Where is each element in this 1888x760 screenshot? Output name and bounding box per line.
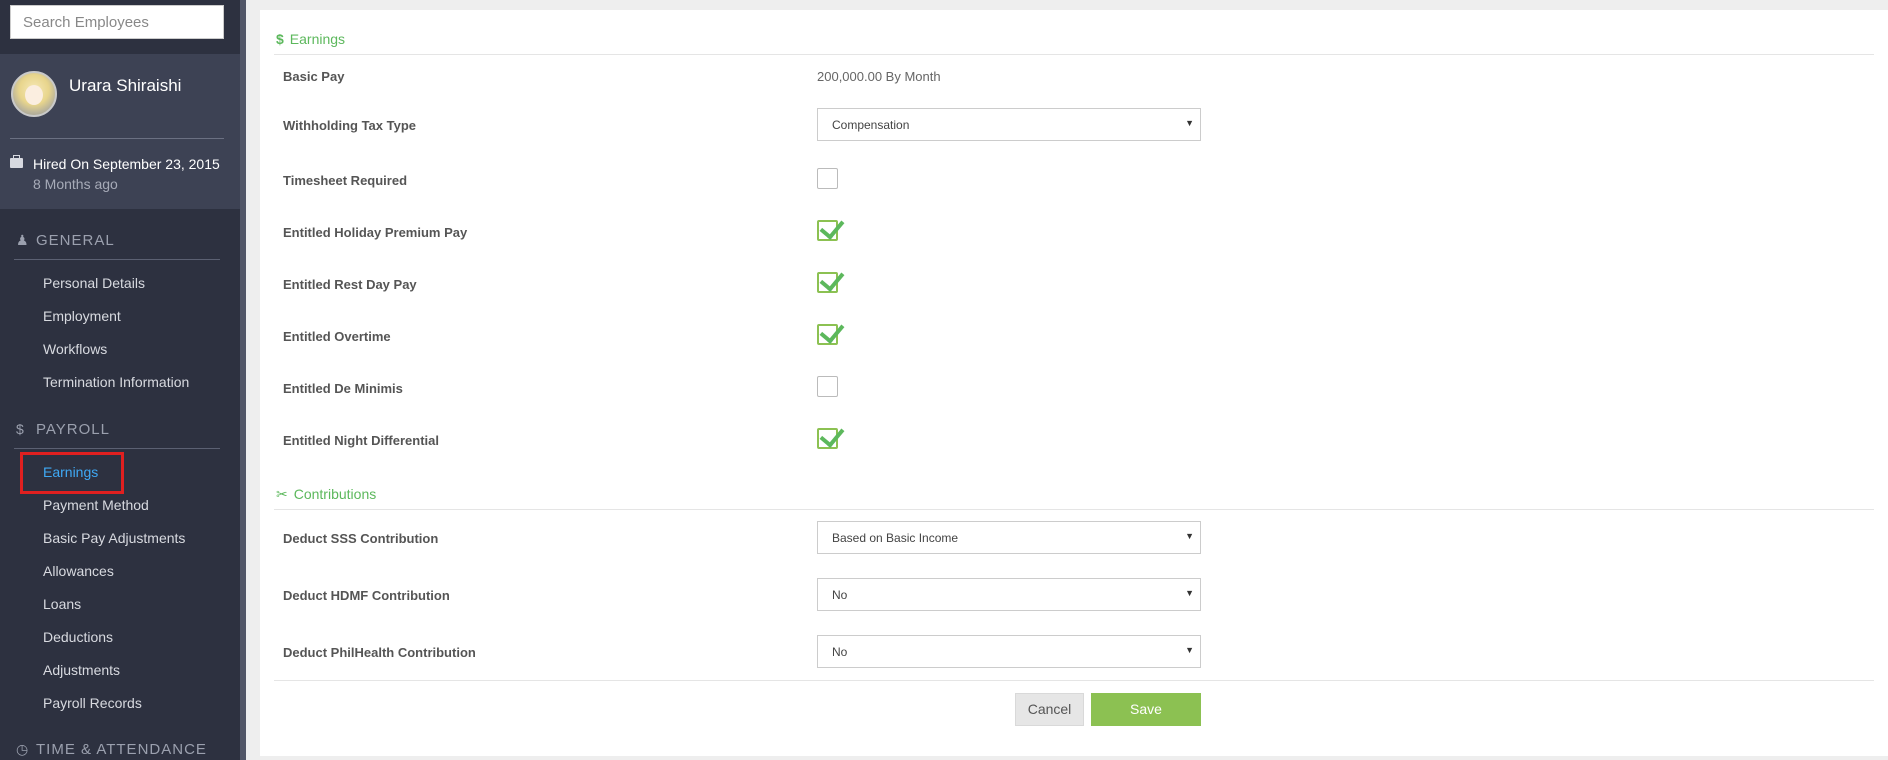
sidebar-item-workflows[interactable]: Workflows (43, 341, 107, 357)
earnings-section-title: $ Earnings (276, 31, 345, 47)
checkmark-icon (819, 318, 845, 344)
hdmf-contribution-select[interactable]: No ▼ (817, 578, 1201, 611)
caret-down-icon: ▼ (1185, 531, 1194, 541)
rest-day-pay-checkbox[interactable] (817, 266, 845, 293)
sss-contribution-value: Based on Basic Income (832, 531, 959, 545)
sidebar-item-payroll-records[interactable]: Payroll Records (43, 695, 142, 711)
divider (274, 509, 1874, 510)
holiday-premium-checkbox[interactable] (817, 214, 845, 241)
section-payroll-title: PAYROLL (36, 421, 110, 438)
sidebar-item-basic-pay-adjustments[interactable]: Basic Pay Adjustments (43, 530, 185, 546)
sidebar-item-earnings[interactable]: Earnings (43, 464, 98, 480)
profile-card: Urara Shiraishi Hired On September 23, 2… (0, 54, 240, 209)
section-time-attendance: ◷ TIME & ATTENDANCE (16, 741, 207, 758)
sidebar: Urara Shiraishi Hired On September 23, 2… (0, 0, 240, 760)
sss-contribution-label: Deduct SSS Contribution (283, 531, 439, 546)
scissors-icon: ✂ (276, 486, 288, 502)
sss-contribution-select[interactable]: Based on Basic Income ▼ (817, 521, 1201, 554)
checkmark-icon (819, 214, 845, 240)
hired-date: Hired On September 23, 2015 (33, 156, 220, 172)
divider (274, 680, 1874, 681)
save-button[interactable]: Save (1091, 693, 1201, 726)
overtime-label: Entitled Overtime (283, 329, 391, 344)
section-general: ♟ GENERAL (16, 232, 115, 249)
hdmf-contribution-value: No (832, 588, 848, 602)
rest-day-pay-label: Entitled Rest Day Pay (283, 277, 417, 292)
caret-down-icon: ▼ (1185, 645, 1194, 655)
earnings-title-text: Earnings (289, 31, 346, 47)
clock-icon: ◷ (16, 741, 30, 757)
checkmark-icon (819, 422, 845, 448)
contributions-title-text: Contributions (293, 486, 377, 502)
sidebar-edge (240, 0, 246, 760)
avatar[interactable] (11, 71, 57, 117)
sidebar-item-deductions[interactable]: Deductions (43, 629, 113, 645)
philhealth-contribution-select[interactable]: No ▼ (817, 635, 1201, 668)
sidebar-item-adjustments[interactable]: Adjustments (43, 662, 120, 678)
philhealth-contribution-label: Deduct PhilHealth Contribution (283, 645, 476, 660)
section-general-title: GENERAL (36, 232, 115, 249)
sidebar-item-termination-information[interactable]: Termination Information (43, 374, 189, 390)
section-payroll: $ PAYROLL (16, 421, 110, 438)
search-input[interactable] (10, 5, 224, 39)
user-icon: ♟ (16, 232, 30, 248)
overtime-checkbox[interactable] (817, 318, 845, 345)
divider (10, 138, 224, 139)
cancel-button[interactable]: Cancel (1015, 693, 1084, 726)
basic-pay-label: Basic Pay (283, 69, 345, 84)
divider (14, 259, 220, 260)
divider (14, 448, 220, 449)
sidebar-item-allowances[interactable]: Allowances (43, 563, 114, 579)
briefcase-icon (10, 155, 23, 168)
dollar-icon: $ (16, 421, 25, 437)
timesheet-required-label: Timesheet Required (283, 173, 408, 188)
holiday-premium-label: Entitled Holiday Premium Pay (283, 225, 468, 240)
hired-ago: 8 Months ago (33, 176, 118, 192)
withholding-tax-label: Withholding Tax Type (283, 118, 417, 133)
withholding-tax-select[interactable]: Compensation ▼ (817, 108, 1201, 141)
hdmf-contribution-label: Deduct HDMF Contribution (283, 588, 450, 603)
earnings-form: $ Earnings Basic Pay 200,000.00 By Month … (260, 10, 1888, 756)
sidebar-item-employment[interactable]: Employment (43, 308, 121, 324)
withholding-tax-value: Compensation (832, 118, 910, 132)
timesheet-required-checkbox[interactable] (817, 168, 838, 189)
sidebar-item-personal-details[interactable]: Personal Details (43, 275, 145, 291)
philhealth-contribution-value: No (832, 645, 848, 659)
dollar-icon: $ (276, 31, 284, 47)
night-differential-label: Entitled Night Differential (283, 433, 439, 448)
sidebar-item-loans[interactable]: Loans (43, 596, 81, 612)
basic-pay-value: 200,000.00 By Month (817, 69, 941, 84)
contributions-section-title: ✂ Contributions (276, 486, 376, 503)
checkmark-icon (819, 266, 845, 292)
night-differential-checkbox[interactable] (817, 422, 845, 449)
caret-down-icon: ▼ (1185, 588, 1194, 598)
de-minimis-checkbox[interactable] (817, 376, 838, 397)
sidebar-item-payment-method[interactable]: Payment Method (43, 497, 149, 513)
section-time-title: TIME & ATTENDANCE (36, 741, 207, 758)
de-minimis-label: Entitled De Minimis (283, 381, 403, 396)
caret-down-icon: ▼ (1185, 118, 1194, 128)
divider (274, 54, 1874, 55)
employee-name: Urara Shiraishi (69, 76, 182, 95)
